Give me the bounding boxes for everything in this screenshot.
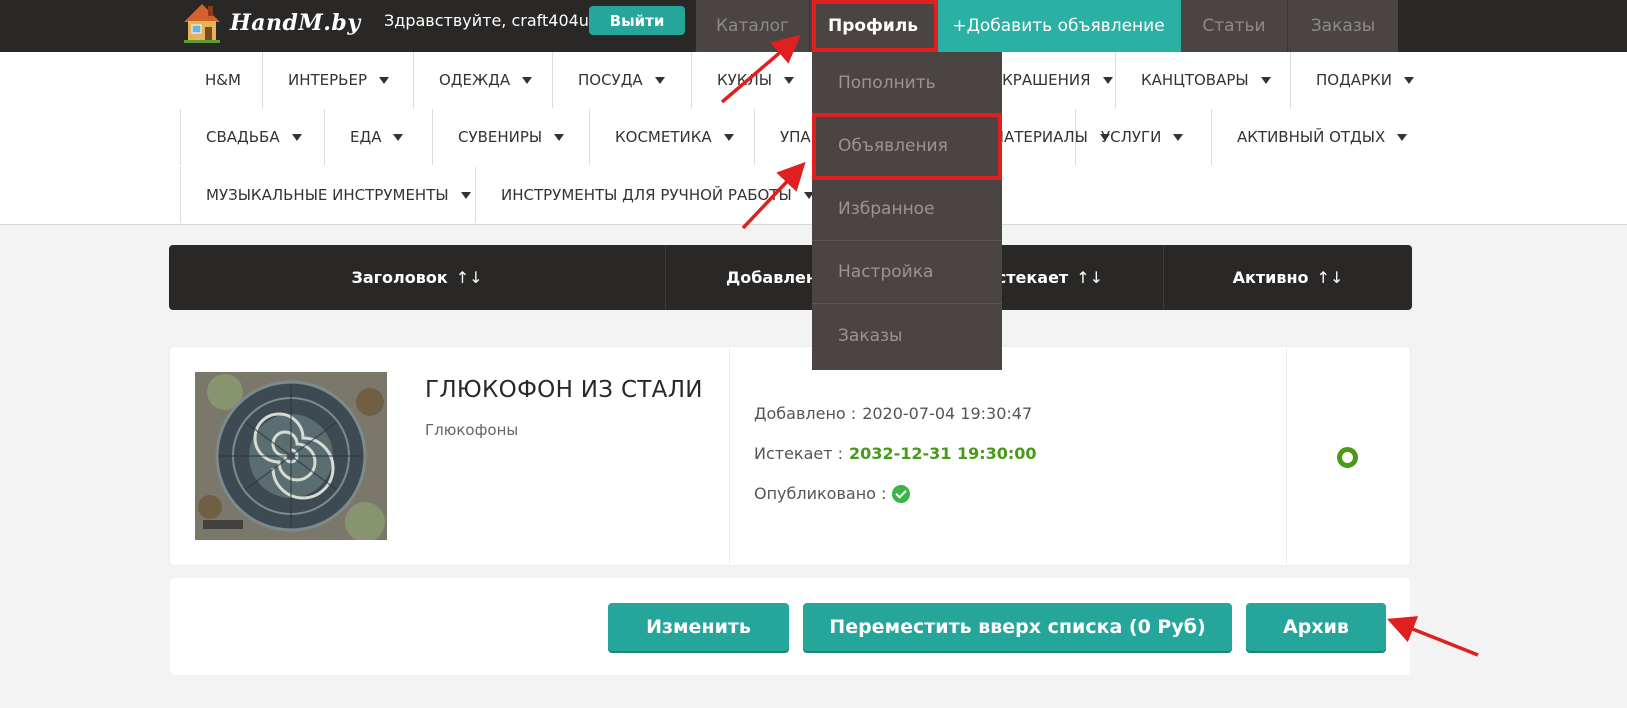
column-header-title[interactable]: Заголовок ↑↓ — [169, 245, 666, 310]
caret-down-icon — [379, 76, 389, 84]
listing-title[interactable]: ГЛЮКОФОН ИЗ СТАЛИ — [425, 377, 703, 403]
menu-item-topup[interactable]: Пополнить — [812, 52, 1002, 115]
caret-down-icon — [1102, 76, 1113, 84]
expires-value: 2032-12-31 19:30:00 — [849, 444, 1037, 463]
caret-down-icon — [1397, 133, 1408, 141]
category-item[interactable]: ПОДАРКИ — [1290, 52, 1439, 108]
category-label: ЕДА — [350, 128, 382, 146]
column-label: Активно — [1232, 268, 1309, 287]
category-label: ИНСТРУМЕНТЫ ДЛЯ РУЧНОЙ РАБОТЫ — [501, 186, 792, 204]
category-label: ПОСУДА — [578, 71, 643, 89]
category-label: КОСМЕТИКА — [615, 128, 712, 146]
caret-down-icon — [554, 133, 565, 141]
active-status-icon[interactable] — [1337, 447, 1358, 468]
published-row: Опубликовано : — [754, 484, 911, 503]
logout-button[interactable]: Выйти — [589, 6, 685, 35]
category-item[interactable]: СВАДЬБА — [180, 109, 327, 165]
sort-arrows-icon: ↑↓ — [455, 268, 483, 287]
caret-down-icon — [393, 133, 404, 141]
category-item[interactable]: ОДЕЖДА — [413, 52, 557, 108]
category-item[interactable]: ИНСТРУМЕНТЫ ДЛЯ РУЧНОЙ РАБОТЫ — [475, 167, 839, 223]
category-item[interactable]: ИНТЕРЬЕР — [262, 52, 414, 108]
listings-table-header: Заголовок↑↓ Добавлено↑↓ Истекает↑↓ Актив… — [169, 245, 1412, 310]
category-label: ИНТЕРЬЕР — [288, 71, 367, 89]
added-value: 2020-07-04 19:30:47 — [862, 404, 1033, 423]
category-label: ОДЕЖДА — [439, 71, 511, 89]
greeting-text: Здравствуйте, craft404u — [384, 11, 589, 30]
edit-button[interactable]: Изменить — [608, 603, 789, 651]
caret-down-icon — [1260, 76, 1271, 84]
caret-down-icon — [1403, 76, 1414, 84]
category-label: ПОДАРКИ — [1316, 71, 1392, 89]
category-label: МУЗЫКАЛЬНЫЕ ИНСТРУМЕНТЫ — [206, 186, 449, 204]
caret-down-icon — [654, 76, 665, 84]
column-header-active[interactable]: Активно ↑↓ — [1164, 245, 1412, 310]
category-label: СВАДЬБА — [206, 128, 280, 146]
house-logo-icon — [184, 4, 220, 43]
category-label: КУКЛЫ — [717, 71, 772, 89]
caret-down-icon — [1173, 133, 1184, 141]
sort-arrows-icon: ↑↓ — [1316, 268, 1344, 287]
nav-articles[interactable]: Статьи — [1181, 0, 1288, 52]
nav-orders[interactable]: Заказы — [1288, 0, 1398, 52]
menu-item-favorites[interactable]: Избранное — [812, 178, 1002, 241]
nav-catalog[interactable]: Каталог — [696, 0, 810, 52]
category-item[interactable]: СУВЕНИРЫ — [432, 109, 589, 165]
check-circle-icon — [892, 484, 911, 503]
category-item[interactable]: МУЗЫКАЛЬНЫЕ ИНСТРУМЕНТЫ — [180, 167, 496, 223]
category-item[interactable]: КУКЛЫ — [691, 52, 819, 108]
logo-text: HandM.by — [230, 10, 361, 36]
category-item[interactable]: КАНЦТОВАРЫ — [1115, 52, 1296, 108]
category-item[interactable]: ПОСУДА — [552, 52, 690, 108]
added-label: Добавлено : — [754, 404, 857, 423]
category-item[interactable]: УСЛУГИ — [1075, 109, 1208, 165]
category-label: УСЛУГИ — [1101, 128, 1162, 146]
expires-label: Истекает : — [754, 444, 844, 463]
listing-card: ГЛЮКОФОН ИЗ СТАЛИ Глюкофоны Добавлено : … — [170, 347, 1410, 565]
category-item[interactable]: H&M — [180, 52, 266, 108]
nav-add-listing[interactable]: +Добавить объявление — [936, 0, 1181, 52]
expires-row: Истекает : 2032-12-31 19:30:00 — [754, 444, 1037, 463]
caret-down-icon — [522, 76, 533, 84]
arrow-to-archive — [1386, 616, 1479, 657]
category-label: СУВЕНИРЫ — [458, 128, 543, 146]
category-item[interactable]: АКТИВНЫЙ ОТДЫХ — [1211, 109, 1432, 165]
glucophone-image — [195, 372, 387, 540]
caret-down-icon — [291, 133, 302, 141]
category-label: АКТИВНЫЙ ОТДЫХ — [1237, 128, 1386, 146]
archive-button[interactable]: Архив — [1246, 603, 1386, 651]
category-item[interactable]: ЕДА — [324, 109, 428, 165]
added-row: Добавлено : 2020-07-04 19:30:47 — [754, 404, 1032, 423]
top-bar: HandM.by Здравствуйте, craft404u Выйти К… — [0, 0, 1627, 52]
listing-actions: Изменить Переместить вверх списка (0 Руб… — [170, 578, 1410, 675]
menu-item-settings[interactable]: Настройка — [812, 241, 1002, 304]
profile-dropdown-menu: Пополнить Объявления Избранное Настройка… — [812, 52, 1002, 370]
category-label: УКРАШЕНИЯ — [993, 71, 1091, 89]
caret-down-icon — [783, 76, 794, 84]
sort-arrows-icon: ↑↓ — [1076, 268, 1103, 287]
category-item[interactable]: КОСМЕТИКА — [589, 109, 759, 165]
caret-down-icon — [460, 191, 471, 199]
main-nav: Каталог Профиль +Добавить объявление Ста… — [696, 0, 1398, 52]
category-label: МАТЕРИАЛЫ — [991, 128, 1088, 146]
caret-down-icon — [723, 133, 734, 141]
column-divider — [729, 347, 730, 565]
nav-profile[interactable]: Профиль — [810, 0, 936, 52]
category-label: H&M — [205, 71, 241, 89]
menu-item-listings[interactable]: Объявления — [812, 115, 1002, 178]
menu-item-orders[interactable]: Заказы — [812, 304, 1002, 367]
published-label: Опубликовано : — [754, 484, 887, 503]
category-label: КАНЦТОВАРЫ — [1141, 71, 1249, 89]
column-divider — [1286, 347, 1287, 565]
site-logo[interactable]: HandM.by — [182, 2, 361, 44]
listing-thumbnail[interactable] — [195, 372, 387, 540]
column-label: Заголовок — [351, 268, 448, 287]
bump-to-top-button[interactable]: Переместить вверх списка (0 Руб) — [803, 603, 1232, 651]
listing-category: Глюкофоны — [425, 421, 519, 439]
